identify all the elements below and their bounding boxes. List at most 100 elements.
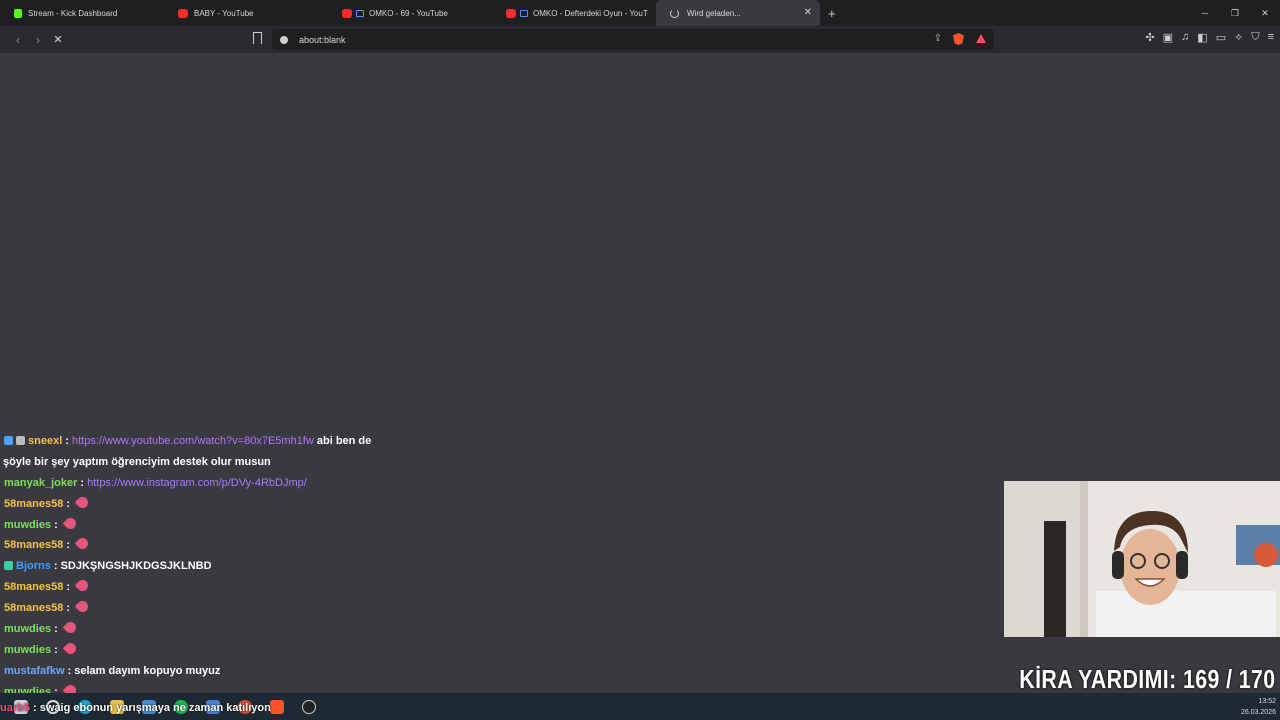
tab-omko-defterdeki-oyun[interactable]: OMKO - Defterdeki Oyun - YouTube <box>492 0 656 26</box>
kira-goal-text: KİRA YARDIMI: 169 / 170 <box>1019 664 1276 694</box>
brave-rewards-icon[interactable] <box>976 34 986 43</box>
loading-icon <box>670 8 679 18</box>
chat-message: 58manes58: <box>4 598 424 619</box>
chat-badge-icon <box>4 561 13 571</box>
obs-icon[interactable] <box>302 699 316 714</box>
chat-message: şöyle bir şey yaptım öğrenciyim destek o… <box>3 452 424 473</box>
menu-icon[interactable]: ≡ <box>1268 31 1274 44</box>
tab-kick-dashboard[interactable]: Stream - Kick Dashboard <box>0 0 164 26</box>
chat-username[interactable]: 58manes58 <box>4 581 63 593</box>
video-icon <box>520 9 528 17</box>
chat-message: Bjorns: SDJKŞNGSHJKDGSJKLNBD <box>4 556 424 577</box>
chat-separator: : <box>65 435 72 447</box>
forward-icon[interactable]: › <box>28 33 48 47</box>
chat-link[interactable]: https://www.youtube.com/watch?v=80x7E5mh… <box>72 435 314 447</box>
chat-username[interactable]: 58manes58 <box>4 539 63 551</box>
tab-loading[interactable]: Wird geladen... ✕ <box>656 0 820 26</box>
vpn-icon[interactable]: ⛉ <box>1251 31 1259 44</box>
webcam-overlay <box>1004 481 1280 637</box>
chat-username[interactable]: Bjorns <box>16 560 51 572</box>
tab-title: Stream - Kick Dashboard <box>28 8 118 18</box>
tab-strip: Stream - Kick Dashboard BABY - YouTube O… <box>0 0 1280 26</box>
tab-title: OMKO - 69 - YouTube <box>369 8 448 18</box>
chat-message: sneexl: https://www.youtube.com/watch?v=… <box>4 431 424 452</box>
chat-separator: : <box>66 539 74 552</box>
new-tab-button[interactable]: + <box>828 6 836 21</box>
tab-title: OMKO - Defterdeki Oyun - YouTube <box>533 8 648 18</box>
back-icon[interactable]: ‹ <box>8 33 28 47</box>
chat-message: muwdies: <box>4 515 424 536</box>
chat-username[interactable]: muwdies <box>4 519 51 531</box>
tab-search-icon[interactable]: ▣ <box>1163 31 1173 44</box>
minimize-icon[interactable]: ─ <box>1190 0 1220 26</box>
close-window-icon[interactable]: ✕ <box>1250 0 1280 26</box>
chat-emote-icon <box>74 577 91 594</box>
url-text[interactable]: about:blank <box>299 35 346 45</box>
chat-message: 58manes58: <box>4 577 424 598</box>
sidebar-icon[interactable]: ◧ <box>1197 31 1207 44</box>
chat-separator: : <box>66 497 74 510</box>
chat-separator: : <box>54 623 61 636</box>
chat-text: selam dayım kopuyo muyuz <box>74 664 221 677</box>
chat-username[interactable]: manyak_joker <box>4 477 77 489</box>
chat-text: SDJKŞNGSHJKDGSJKLNBD <box>60 560 212 573</box>
restore-icon[interactable]: ❐ <box>1220 0 1250 26</box>
extensions-icon[interactable]: ✣ <box>1145 31 1154 44</box>
chat-message: 58manes58: <box>4 535 424 556</box>
toolbar-right-icons: ✣ ▣ ♫ ◧ ▭ ✧ ⛉ ≡ <box>1145 31 1274 44</box>
youtube-icon <box>506 8 516 18</box>
chat-emote-icon <box>62 515 79 531</box>
chat-username[interactable]: mustafafkw <box>4 665 65 677</box>
chat-username: uarb5 <box>0 702 30 714</box>
chat-separator: : <box>54 518 61 531</box>
browser-toolbar: ‹ › ✕ about:blank ⇪ ✣ ▣ ♫ ◧ ▭ ✧ ⛉ ≡ <box>0 26 1280 53</box>
share-icon[interactable]: ⇪ <box>934 33 942 44</box>
chat-text: abi ben de <box>316 435 372 447</box>
chat-username[interactable]: sneexl <box>28 435 62 447</box>
chat-message: muwdies: <box>4 619 424 640</box>
youtube-icon <box>342 8 352 18</box>
chat-text: şöyle bir şey yaptım öğrenciyim destek o… <box>3 455 271 468</box>
chat-emote-icon <box>74 494 91 510</box>
stop-icon[interactable]: ✕ <box>48 33 68 46</box>
close-tab-icon[interactable]: ✕ <box>804 7 812 18</box>
tab-title: Wird geladen... <box>687 8 741 18</box>
info-icon[interactable] <box>280 35 288 44</box>
youtube-icon <box>178 8 188 18</box>
chat-message: manyak_joker: https://www.instagram.com/… <box>4 473 424 494</box>
chat-separator: : <box>66 602 74 615</box>
chat-separator: : <box>53 560 61 573</box>
chat-badge-icon <box>4 436 13 445</box>
chat-link[interactable]: https://www.instagram.com/p/DVy-4RbDJmp/ <box>87 477 307 489</box>
chat-username[interactable]: muwdies <box>4 644 51 656</box>
address-bar[interactable]: about:blank ⇪ <box>272 29 994 50</box>
chat-username[interactable]: muwdies <box>4 623 51 635</box>
brave-icon[interactable] <box>270 699 284 714</box>
chat-username[interactable]: 58manes58 <box>4 602 63 614</box>
system-clock[interactable]: 13:52 26.03.2026 <box>1241 696 1276 718</box>
tab-title: BABY - YouTube <box>194 8 254 18</box>
window-controls: ─ ❐ ✕ <box>1190 0 1280 26</box>
bookmark-icon[interactable] <box>253 32 262 44</box>
chat-emote-icon <box>62 640 79 657</box>
clock-date: 26.03.2026 <box>1240 709 1276 716</box>
chat-emote-icon <box>62 619 79 636</box>
leo-ai-icon[interactable]: ✧ <box>1234 31 1243 44</box>
chat-message: 58manes58: <box>4 494 424 515</box>
chat-emote-icon <box>74 536 91 552</box>
chat-separator: : <box>33 702 40 714</box>
webcam-image <box>1004 481 1280 637</box>
chat-separator: : <box>54 643 61 656</box>
tab-omko-69[interactable]: OMKO - 69 - YouTube <box>328 0 492 26</box>
clock-time: 13:52 <box>1258 698 1276 705</box>
chat-badge-icon <box>16 436 25 445</box>
media-icon[interactable]: ♫ <box>1181 31 1189 44</box>
wallet-icon[interactable]: ▭ <box>1216 31 1226 44</box>
video-icon <box>356 9 364 17</box>
kick-icon <box>14 8 22 18</box>
chat-username[interactable]: 58manes58 <box>4 498 63 510</box>
chat-separator: : <box>66 581 74 594</box>
tab-baby-youtube[interactable]: BABY - YouTube <box>164 0 328 26</box>
taskbar-chat-message: uarb5 : swaig ebonun yarışmaya ne zaman … <box>0 702 271 714</box>
brave-shields-icon[interactable] <box>953 33 964 45</box>
